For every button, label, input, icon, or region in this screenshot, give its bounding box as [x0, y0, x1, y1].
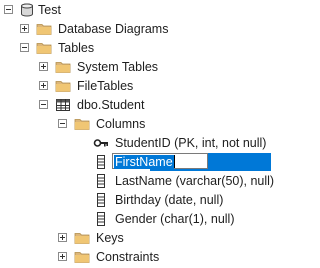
folder-icon [36, 24, 52, 35]
tree-node-label: Test [38, 3, 61, 17]
tree-node-label: Tables [58, 41, 95, 55]
tree-node-label: System Tables [77, 60, 159, 74]
collapse-icon[interactable] [39, 100, 48, 109]
selected-text: FirstName [114, 155, 174, 169]
expand-icon[interactable] [20, 24, 29, 33]
folder-icon [55, 81, 71, 92]
collapse-icon[interactable] [4, 5, 13, 14]
tree-node-label: Birthday (date, null) [115, 193, 224, 207]
tree-node-label: Database Diagrams [58, 22, 169, 36]
expand-icon[interactable] [39, 81, 48, 90]
tree-node-label: Constraints [96, 250, 160, 264]
tree-node-label: LastName (varchar(50), null) [115, 174, 275, 188]
table-icon [56, 99, 70, 111]
folder-icon [55, 62, 71, 73]
expand-icon[interactable] [58, 252, 67, 261]
column-icon [97, 193, 105, 207]
folder-icon [74, 233, 90, 244]
expand-icon[interactable] [58, 233, 67, 242]
folder-icon [74, 252, 90, 263]
rename-input[interactable]: FirstName [112, 153, 208, 169]
tree-node-constraints[interactable]: Constraints [0, 246, 271, 268]
column-icon [97, 212, 105, 226]
object-explorer-tree: Test Database Diagrams Tables System Tab… [0, 0, 275, 264]
tree-node-label: dbo.Student [77, 98, 145, 112]
collapse-icon[interactable] [20, 43, 29, 52]
primary-key-icon [93, 139, 108, 147]
column-icon [97, 155, 105, 169]
tree-node-label: Gender (char(1), null) [115, 212, 235, 226]
tree-node-label: FileTables [77, 79, 134, 93]
column-icon [97, 174, 105, 188]
collapse-icon[interactable] [58, 119, 67, 128]
tree-node-label: StudentID (PK, int, not null) [115, 136, 267, 150]
database-icon [21, 3, 33, 17]
tree-node-label: Columns [96, 117, 146, 131]
expand-icon[interactable] [39, 62, 48, 71]
tree-node-label: Keys [96, 231, 124, 245]
text-caret [173, 155, 175, 168]
folder-icon [74, 119, 90, 130]
folder-icon [36, 43, 52, 54]
